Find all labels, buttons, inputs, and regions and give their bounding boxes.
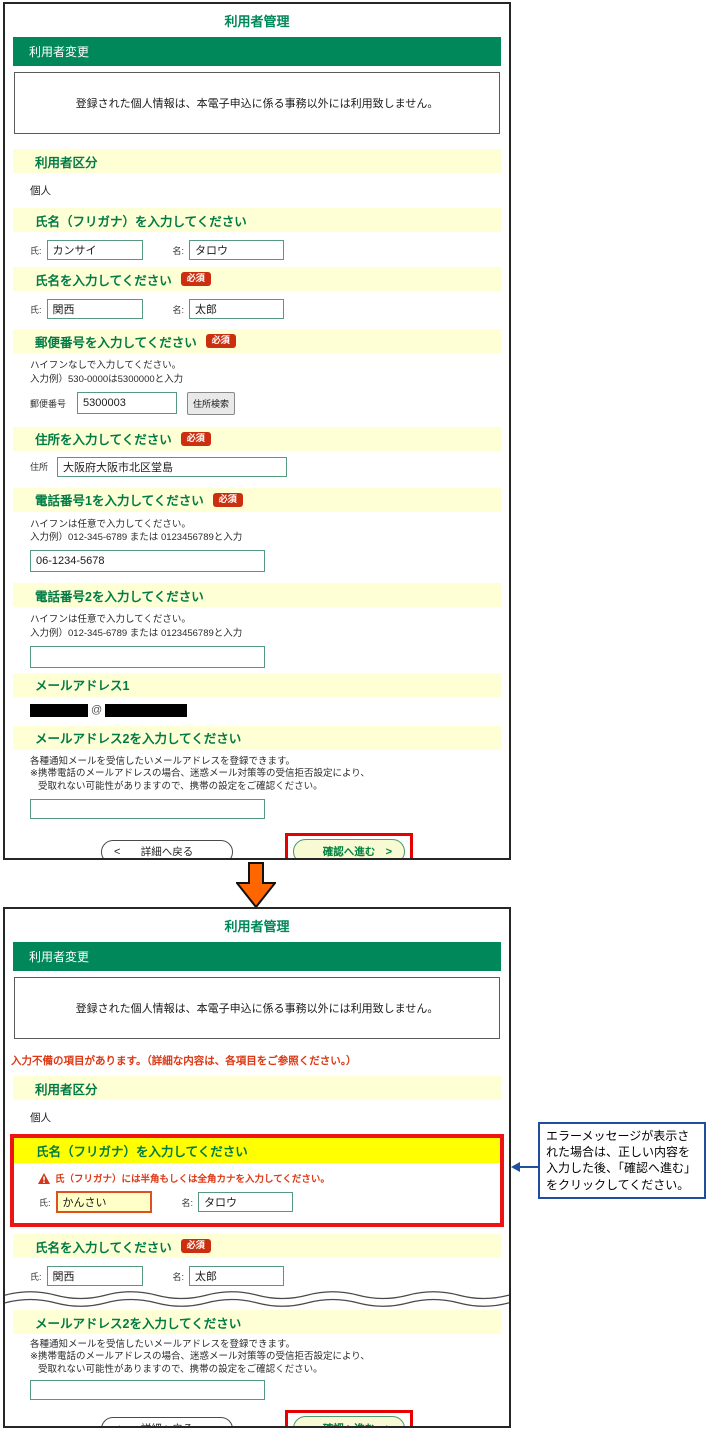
band-address: 住所を入力してください 必須 bbox=[13, 427, 501, 451]
sei-label: 氏: bbox=[30, 303, 42, 316]
redaction-bar bbox=[105, 704, 187, 717]
band-phone2: 電話番号2を入力してください bbox=[13, 583, 501, 607]
band-postal: 郵便番号を入力してください 必須 bbox=[13, 329, 501, 353]
proceed-to-confirm-button[interactable]: 確認へ進む > bbox=[293, 839, 405, 860]
band-user-type: 利用者区分 bbox=[13, 1076, 501, 1100]
button-row: < 詳細へ戻る 確認へ進む > bbox=[5, 1410, 509, 1428]
email2-row bbox=[30, 1380, 509, 1400]
user-type-value: 個人 bbox=[30, 183, 509, 198]
phone2-hints: ハイフンは任意で入力してください。 入力例）012-345-6789 または 0… bbox=[30, 613, 509, 641]
address-row: 住所 bbox=[30, 457, 509, 477]
highlight-frame: 確認へ進む > bbox=[285, 1410, 413, 1428]
required-badge: 必須 bbox=[181, 432, 211, 446]
kana-name-row: 氏: 名: bbox=[39, 1191, 500, 1213]
email2-notes: 各種通知メールを受信したいメールアドレスを登録できます。 ※携帯電話のメールアド… bbox=[30, 1339, 509, 1376]
warning-triangle-icon bbox=[38, 1173, 50, 1184]
proceed-to-confirm-button[interactable]: 確認へ進む > bbox=[293, 1416, 405, 1428]
name-mei-input[interactable] bbox=[189, 299, 284, 319]
address-label: 住所 bbox=[30, 460, 52, 473]
email2-input[interactable] bbox=[30, 799, 265, 819]
required-badge: 必須 bbox=[181, 272, 211, 286]
page-title: 利用者管理 bbox=[5, 909, 509, 935]
required-badge: 必須 bbox=[213, 493, 243, 507]
annotation-pointer-arrow bbox=[511, 1160, 538, 1179]
band-name: 氏名を入力してください 必須 bbox=[13, 267, 501, 291]
user-type-value: 個人 bbox=[30, 1110, 509, 1125]
postal-hints: ハイフンなしで入力してください。 入力例）530-0000は5300000と入力 bbox=[30, 359, 509, 387]
phone2-input[interactable] bbox=[30, 646, 265, 668]
band-email2: メールアドレス2を入力してください bbox=[13, 726, 501, 750]
postal-input[interactable] bbox=[77, 392, 177, 414]
screenshot-form-normal: 利用者管理 利用者変更 登録された個人情報は、本電子申込に係る事務以外には利用致… bbox=[3, 2, 511, 860]
content-omitted-wavy-divider bbox=[5, 1290, 509, 1308]
validation-warning-row: 氏（フリガナ）には半角もしくは全角カナを入力してください。 bbox=[38, 1171, 500, 1185]
back-to-detail-button[interactable]: < 詳細へ戻る bbox=[101, 1417, 233, 1428]
band-phone1: 電話番号1を入力してください 必須 bbox=[13, 488, 501, 512]
email1-redacted-value: @ bbox=[30, 704, 509, 717]
kana-sei-input[interactable] bbox=[47, 240, 143, 260]
name-row: 氏: 名: bbox=[30, 1266, 509, 1286]
postal-label: 郵便番号 bbox=[30, 397, 72, 410]
sei-label: 氏: bbox=[39, 1196, 51, 1209]
back-to-detail-button[interactable]: < 詳細へ戻る bbox=[101, 840, 233, 860]
error-summary-text: 入力不備の項目があります。（詳細な内容は、各項目をご参照ください。） bbox=[11, 1053, 509, 1068]
chevron-right-icon: > bbox=[386, 1423, 392, 1428]
name-mei-input[interactable] bbox=[189, 1266, 284, 1286]
phone1-row bbox=[30, 550, 509, 572]
button-row: < 詳細へ戻る 確認へ進む > bbox=[5, 833, 509, 860]
page-title: 利用者管理 bbox=[5, 4, 509, 30]
mei-label: 名: bbox=[173, 244, 185, 257]
validation-warning-text: 氏（フリガナ）には半角もしくは全角カナを入力してください。 bbox=[55, 1171, 330, 1185]
flow-down-arrow bbox=[236, 862, 276, 913]
sei-label: 氏: bbox=[30, 244, 42, 257]
redaction-bar bbox=[30, 704, 88, 717]
band-name: 氏名を入力してください 必須 bbox=[13, 1234, 501, 1258]
email2-input[interactable] bbox=[30, 1380, 265, 1400]
band-kana-name-error: 氏名（フリガナ）を入力してください bbox=[14, 1138, 500, 1163]
email2-row bbox=[30, 799, 509, 819]
email2-notes: 各種通知メールを受信したいメールアドレスを登録できます。 ※携帯電話のメールアド… bbox=[30, 756, 509, 794]
name-row: 氏: 名: bbox=[30, 299, 509, 319]
mei-label: 名: bbox=[173, 303, 185, 316]
highlight-frame: 確認へ進む > bbox=[285, 833, 413, 860]
chevron-left-icon: < bbox=[114, 1423, 120, 1428]
privacy-notice-box: 登録された個人情報は、本電子申込に係る事務以外には利用致しません。 bbox=[14, 72, 500, 134]
annotation-text: エラーメッセージが表示された場合は、正しい内容を入力した後、「確認へ進む」をクリ… bbox=[546, 1129, 696, 1192]
band-email1: メールアドレス1 bbox=[13, 673, 501, 697]
address-search-button[interactable]: 住所検索 bbox=[187, 392, 235, 415]
band-email2: メールアドレス2を入力してください bbox=[13, 1310, 501, 1334]
mei-label: 名: bbox=[173, 1270, 185, 1283]
kana-mei-input[interactable] bbox=[198, 1192, 293, 1212]
address-input[interactable] bbox=[57, 457, 287, 477]
band-kana-name: 氏名（フリガナ）を入力してください bbox=[13, 208, 501, 232]
screenshot-form-error: 利用者管理 利用者変更 登録された個人情報は、本電子申込に係る事務以外には利用致… bbox=[3, 907, 511, 1428]
chevron-right-icon: > bbox=[386, 846, 392, 858]
section-header-bar: 利用者変更 bbox=[13, 942, 501, 971]
phone1-hints: ハイフンは任意で入力してください。 入力例）012-345-6789 または 0… bbox=[30, 518, 509, 546]
name-sei-input[interactable] bbox=[47, 1266, 143, 1286]
annotation-callout: エラーメッセージが表示された場合は、正しい内容を入力した後、「確認へ進む」をクリ… bbox=[538, 1122, 706, 1199]
at-sign: @ bbox=[91, 704, 102, 716]
kana-sei-input-error[interactable] bbox=[56, 1191, 152, 1213]
privacy-notice-text: 登録された個人情報は、本電子申込に係る事務以外には利用致しません。 bbox=[76, 1000, 439, 1016]
chevron-left-icon: < bbox=[114, 846, 120, 858]
name-sei-input[interactable] bbox=[47, 299, 143, 319]
band-user-type: 利用者区分 bbox=[13, 149, 501, 173]
mei-label: 名: bbox=[182, 1196, 194, 1209]
kana-mei-input[interactable] bbox=[189, 240, 284, 260]
section-header-bar: 利用者変更 bbox=[13, 37, 501, 66]
phone1-input[interactable] bbox=[30, 550, 265, 572]
privacy-notice-text: 登録された個人情報は、本電子申込に係る事務以外には利用致しません。 bbox=[76, 95, 439, 111]
kana-name-row: 氏: 名: bbox=[30, 240, 509, 260]
phone2-row bbox=[30, 646, 509, 668]
required-badge: 必須 bbox=[181, 1239, 211, 1253]
sei-label: 氏: bbox=[30, 1270, 42, 1283]
kana-name-error-block: 氏名（フリガナ）を入力してください 氏（フリガナ）には半角もしくは全角カナを入力… bbox=[10, 1134, 504, 1227]
required-badge: 必須 bbox=[206, 334, 236, 348]
postal-row: 郵便番号 住所検索 bbox=[30, 392, 509, 415]
privacy-notice-box: 登録された個人情報は、本電子申込に係る事務以外には利用致しません。 bbox=[14, 977, 500, 1039]
